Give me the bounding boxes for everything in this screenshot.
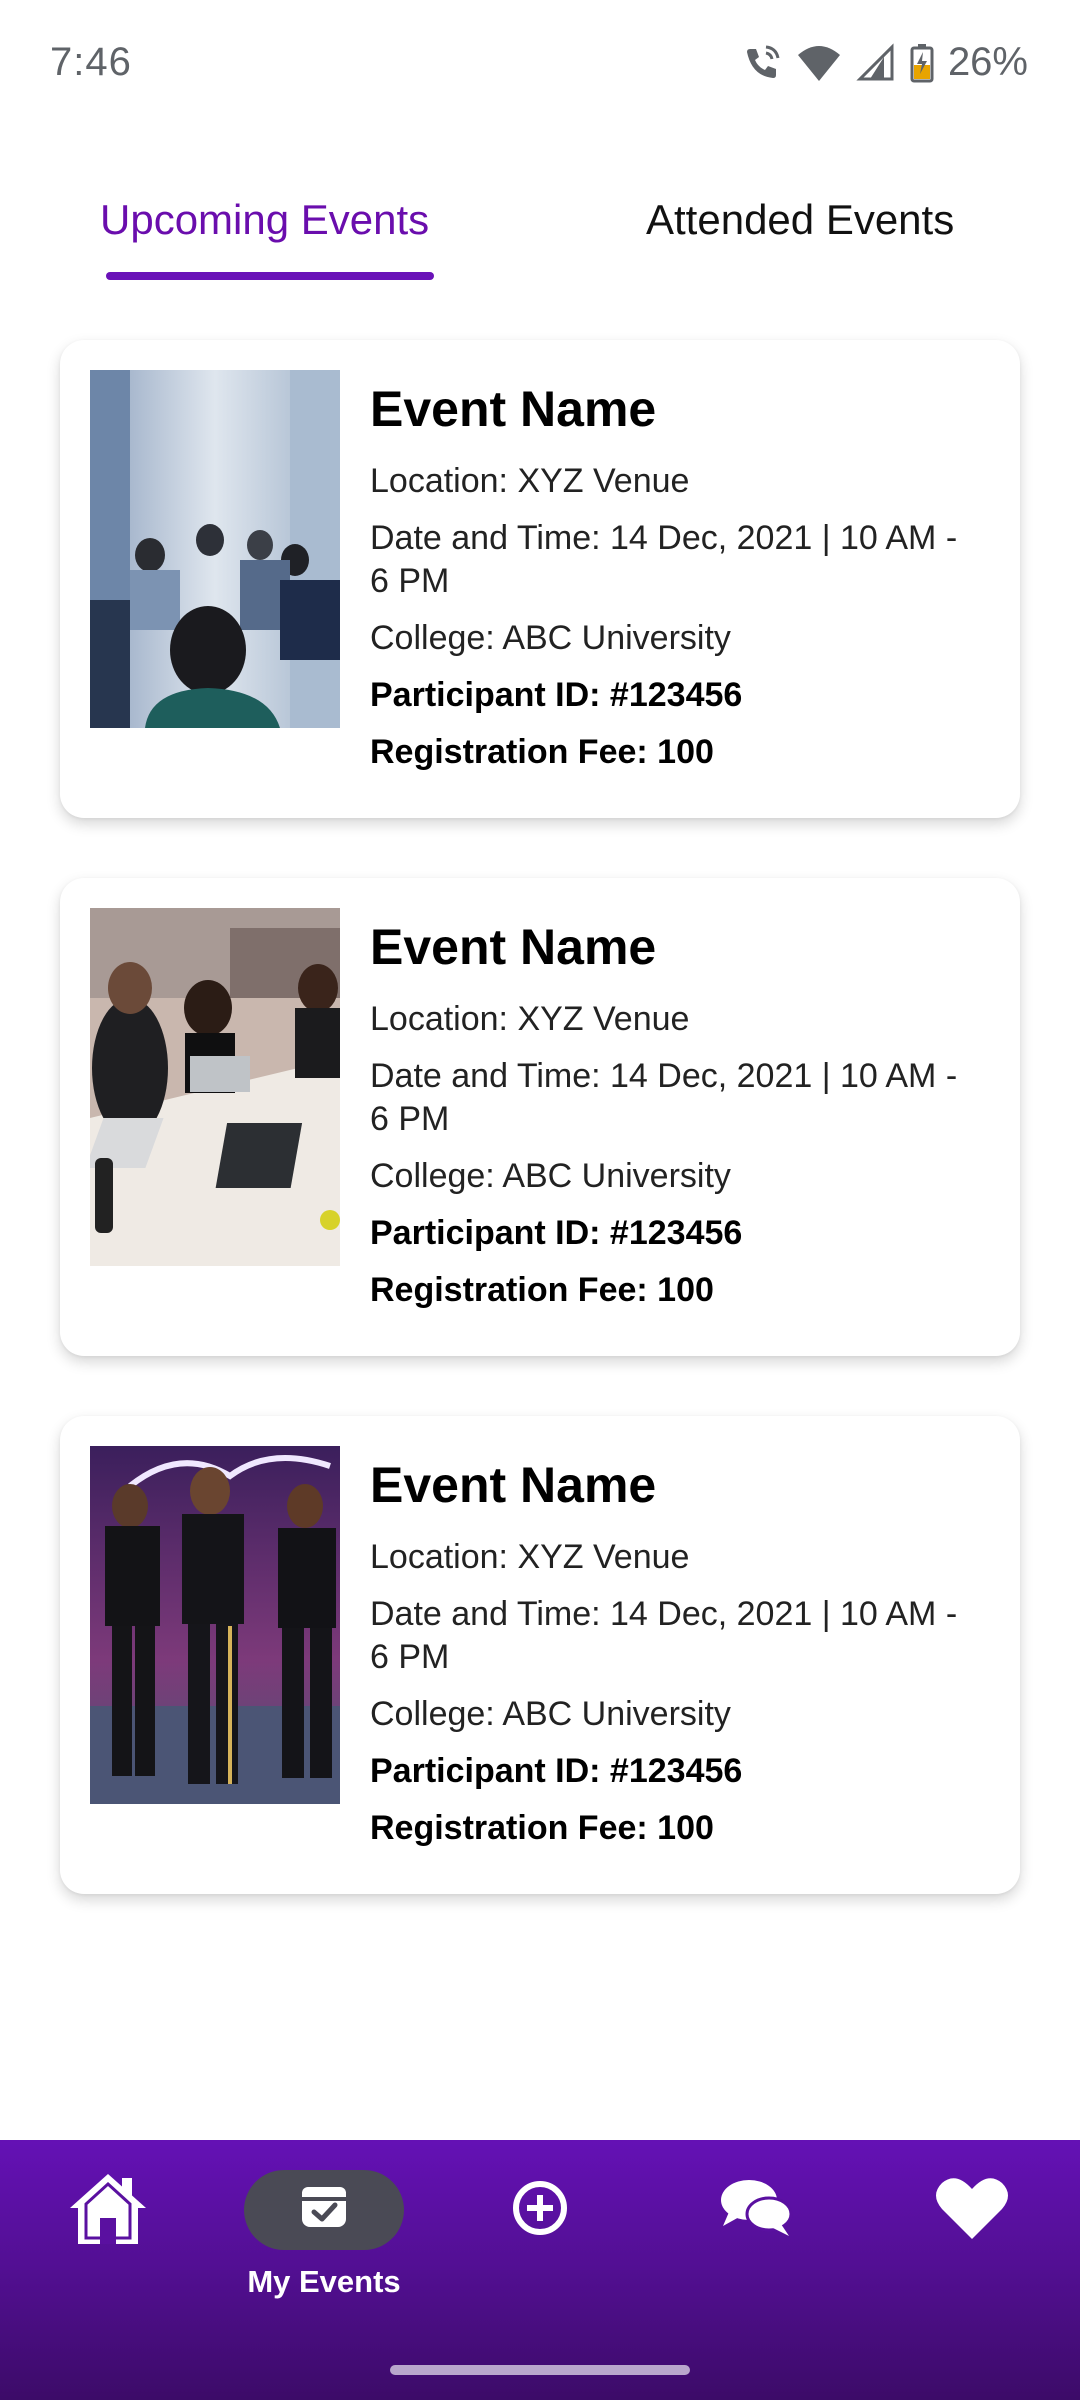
event-details: Event Name Location: XYZ Venue Date and … [370,1446,980,1850]
event-location: Location: XYZ Venue [370,462,690,500]
nav-home[interactable] [0,2140,216,2340]
event-participant-id: Participant ID: #123456 [370,1752,743,1790]
nav-add-event[interactable] [432,2140,648,2340]
cell-signal-icon [856,42,896,83]
event-college: College: ABC University [370,1157,731,1195]
event-participant-id: Participant ID: #123456 [370,1214,743,1252]
calendar-check-icon [296,2183,352,2238]
status-time: 7:46 [50,40,132,84]
event-datetime: Date and Time: 14 Dec, 2021 | 10 AM - 6 … [370,519,958,600]
event-registration-fee: Registration Fee: 100 [370,1809,714,1847]
battery-percent: 26% [947,40,1028,84]
event-name: Event Name [370,381,657,437]
heart-icon [934,2175,1010,2246]
add-circle-icon [511,2179,569,2242]
event-name: Event Name [370,1457,657,1513]
home-icon [66,2168,150,2253]
event-details: Event Name Location: XYZ Venue Date and … [370,370,980,774]
event-tabs: Upcoming Events Attended Events [0,180,1080,280]
nav-favorites[interactable] [864,2140,1080,2340]
event-participant-id: Participant ID: #123456 [370,676,743,714]
event-college: College: ABC University [370,1695,731,1733]
event-details: Event Name Location: XYZ Venue Date and … [370,908,980,1312]
battery-charging-icon [910,43,934,83]
event-card[interactable]: Event Name Location: XYZ Venue Date and … [60,340,1020,818]
event-list: Event Name Location: XYZ Venue Date and … [60,340,1020,1954]
wifi-calling-icon [742,43,782,83]
event-image [90,370,340,728]
event-datetime: Date and Time: 14 Dec, 2021 | 10 AM - 6 … [370,1057,958,1138]
chat-bubbles-icon [719,2176,793,2245]
nav-label-my-events: My Events [247,2264,401,2299]
status-icons: 26% [742,40,1028,85]
wifi-icon [796,43,842,83]
event-image [90,908,340,1266]
event-college: College: ABC University [370,619,731,657]
event-card[interactable]: Event Name Location: XYZ Venue Date and … [60,1416,1020,1894]
tab-upcoming-events[interactable]: Upcoming Events [100,180,429,260]
nav-chat[interactable] [648,2140,864,2340]
event-registration-fee: Registration Fee: 100 [370,1271,714,1309]
status-bar: 7:46 26% [0,0,1080,125]
home-gesture-bar[interactable] [390,2365,690,2375]
tab-attended-events[interactable]: Attended Events [646,180,954,260]
nav-my-events[interactable]: My Events [216,2140,432,2340]
active-tab-indicator [106,272,434,280]
event-location: Location: XYZ Venue [370,1538,690,1576]
event-card[interactable]: Event Name Location: XYZ Venue Date and … [60,878,1020,1356]
event-datetime: Date and Time: 14 Dec, 2021 | 10 AM - 6 … [370,1595,958,1676]
event-registration-fee: Registration Fee: 100 [370,733,714,771]
active-nav-pill [244,2170,404,2250]
bottom-navigation: My Events [0,2140,1080,2400]
event-location: Location: XYZ Venue [370,1000,690,1038]
event-name: Event Name [370,919,657,975]
event-image [90,1446,340,1804]
